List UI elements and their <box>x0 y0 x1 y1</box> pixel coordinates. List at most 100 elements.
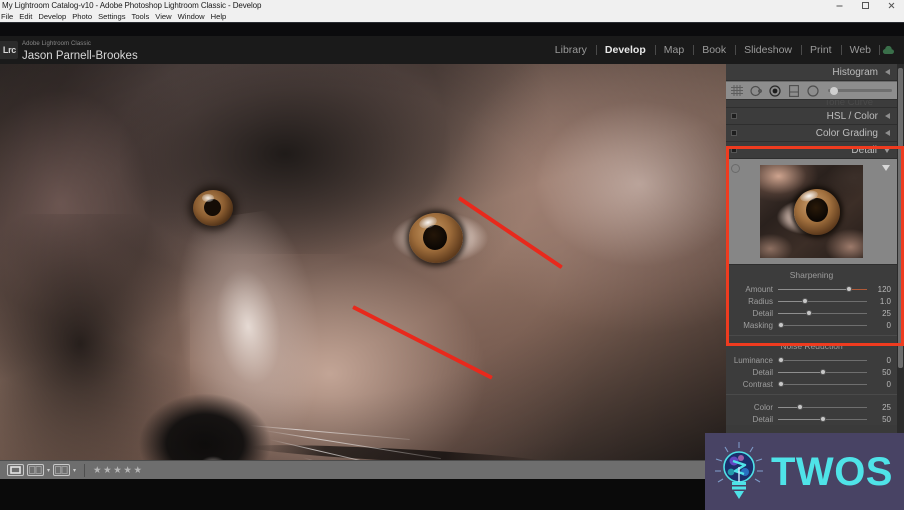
menu-develop[interactable]: Develop <box>35 11 69 22</box>
slider-value-amount: 120 <box>877 284 891 294</box>
slider-track-radius[interactable] <box>778 297 867 304</box>
slider-label-color-detail: Detail <box>752 414 773 424</box>
panel-title-histogram: Histogram <box>832 66 878 78</box>
section-title-noise-reduction: Noise Reduction <box>780 341 843 351</box>
slider-row-amount[interactable]: Amount 120 <box>726 283 897 295</box>
identity-plate: Adobe Lightroom Classic Jason Parnell-Br… <box>22 40 138 63</box>
panel-header-histogram[interactable]: Histogram <box>726 64 897 81</box>
slider-track-masking[interactable] <box>777 321 867 328</box>
slider-track-detail[interactable] <box>778 309 867 316</box>
survey-view-icon[interactable] <box>53 464 71 476</box>
lightbulb-icon <box>713 441 765 503</box>
module-develop[interactable]: Develop <box>595 36 655 64</box>
slider-row-color-detail[interactable]: Detail 50 <box>726 413 897 425</box>
watermark-text: TWOS <box>771 449 893 494</box>
slider-value-detail: 25 <box>882 308 891 318</box>
slider-row-color[interactable]: Color 25 <box>726 401 897 413</box>
preview-toggle-icon[interactable] <box>882 165 890 171</box>
slider-track-amount[interactable] <box>778 285 867 292</box>
slider-label-luminance: Luminance <box>733 355 773 365</box>
module-slideshow[interactable]: Slideshow <box>735 36 801 64</box>
slider-label-color: Color <box>753 402 773 412</box>
right-panel-column: Histogram Tone Curve HSL / Color Color G… <box>726 64 897 479</box>
menu-window[interactable]: Window <box>175 11 208 22</box>
panel-header-tone-curve[interactable]: Tone Curve <box>726 100 897 108</box>
window-title: My Lightroom Catalog-v10 - Adobe Photosh… <box>2 1 262 10</box>
slider-track-nr-detail[interactable] <box>778 368 867 375</box>
slider-row-detail[interactable]: Detail 25 <box>726 307 897 319</box>
panel-header-hsl-color[interactable]: HSL / Color <box>726 108 897 125</box>
preview-zoom-icon[interactable] <box>731 164 740 173</box>
collapse-arrow-icon[interactable] <box>885 113 890 119</box>
slider-label-masking: Masking <box>743 320 773 330</box>
slider-label-nr-detail: Detail <box>752 367 773 377</box>
slider-track-contrast[interactable] <box>777 380 867 387</box>
menu-edit[interactable]: Edit <box>16 11 35 22</box>
image-canvas[interactable] <box>0 64 726 460</box>
compare-view-icon[interactable] <box>27 464 44 476</box>
panel-title-detail: Detail <box>851 144 877 156</box>
module-web[interactable]: Web <box>840 36 880 64</box>
loupe-view-icon[interactable] <box>7 464 24 476</box>
panel-title-color-grading: Color Grading <box>815 127 878 139</box>
minimize-button[interactable] <box>826 0 852 11</box>
panel-header-color-grading[interactable]: Color Grading <box>726 125 897 142</box>
compare-dropdown-caret[interactable]: ▾ <box>47 467 50 474</box>
divider <box>726 394 897 395</box>
survey-dropdown-caret[interactable]: ▾ <box>73 467 76 474</box>
panel-title-tone-curve: Tone Curve <box>824 100 873 108</box>
tool-opacity-slider[interactable] <box>828 86 892 95</box>
slider-row-masking[interactable]: Masking 0 <box>726 319 897 331</box>
module-map[interactable]: Map <box>654 36 693 64</box>
menu-view[interactable]: View <box>152 11 174 22</box>
right-panel-scrollbar[interactable] <box>897 64 904 479</box>
slider-row-radius[interactable]: Radius 1.0 <box>726 295 897 307</box>
slider-row-contrast[interactable]: Contrast 0 <box>726 378 897 390</box>
slider-value-color: 25 <box>882 402 891 412</box>
scrollbar-thumb[interactable] <box>898 68 903 368</box>
maximize-button[interactable] <box>852 0 878 11</box>
collapse-arrow-icon[interactable] <box>885 69 890 75</box>
detail-preview-image <box>760 165 863 258</box>
cloud-sync-icon[interactable] <box>879 36 896 64</box>
masking-icon[interactable] <box>769 84 781 97</box>
close-button[interactable] <box>878 0 904 11</box>
expand-arrow-icon[interactable] <box>884 147 890 153</box>
slider-value-nr-detail: 50 <box>882 367 891 377</box>
radial-filter-icon[interactable] <box>807 84 819 97</box>
slider-row-luminance[interactable]: Luminance 0 <box>726 354 897 366</box>
module-library[interactable]: Library <box>546 36 596 64</box>
menu-settings[interactable]: Settings <box>95 11 128 22</box>
menu-file[interactable]: File <box>0 11 16 22</box>
slider-row-nr-detail[interactable]: Detail 50 <box>726 366 897 378</box>
hsl-switch-icon[interactable] <box>731 113 737 119</box>
slider-track-color-detail[interactable] <box>778 415 867 422</box>
window-titlebar: My Lightroom Catalog-v10 - Adobe Photosh… <box>0 0 904 11</box>
detail-preview-thumbnail[interactable] <box>726 159 897 264</box>
slider-value-masking: 0 <box>886 320 891 330</box>
slider-track-luminance[interactable] <box>777 356 867 363</box>
spot-removal-icon[interactable] <box>750 85 762 97</box>
dog-photo <box>0 64 726 460</box>
slider-value-luminance: 0 <box>886 355 891 365</box>
window-controls <box>826 0 904 11</box>
star-rating[interactable]: ★★★★★ <box>93 465 144 476</box>
toolbar-divider <box>84 463 86 477</box>
detail-panel: Detail Sharpening Amount 120 Radius 1.0 … <box>726 142 897 425</box>
collapse-arrow-icon[interactable] <box>885 130 890 136</box>
graduated-filter-icon[interactable] <box>788 84 800 97</box>
menu-help[interactable]: Help <box>208 11 230 22</box>
module-print[interactable]: Print <box>801 36 841 64</box>
menu-tools[interactable]: Tools <box>129 11 153 22</box>
panel-header-detail[interactable]: Detail <box>726 142 897 159</box>
user-name-label: Jason Parnell-Brookes <box>22 50 138 62</box>
section-title-sharpening: Sharpening <box>789 270 834 280</box>
color-grading-switch-icon[interactable] <box>731 130 737 136</box>
lightroom-logo-icon: Lrc <box>0 41 18 59</box>
module-book[interactable]: Book <box>693 36 735 64</box>
detail-switch-icon[interactable] <box>731 147 737 153</box>
crop-overlay-icon[interactable] <box>731 85 743 97</box>
slider-track-color[interactable] <box>778 403 867 410</box>
slider-value-radius: 1.0 <box>879 296 891 306</box>
menu-photo[interactable]: Photo <box>69 11 95 22</box>
